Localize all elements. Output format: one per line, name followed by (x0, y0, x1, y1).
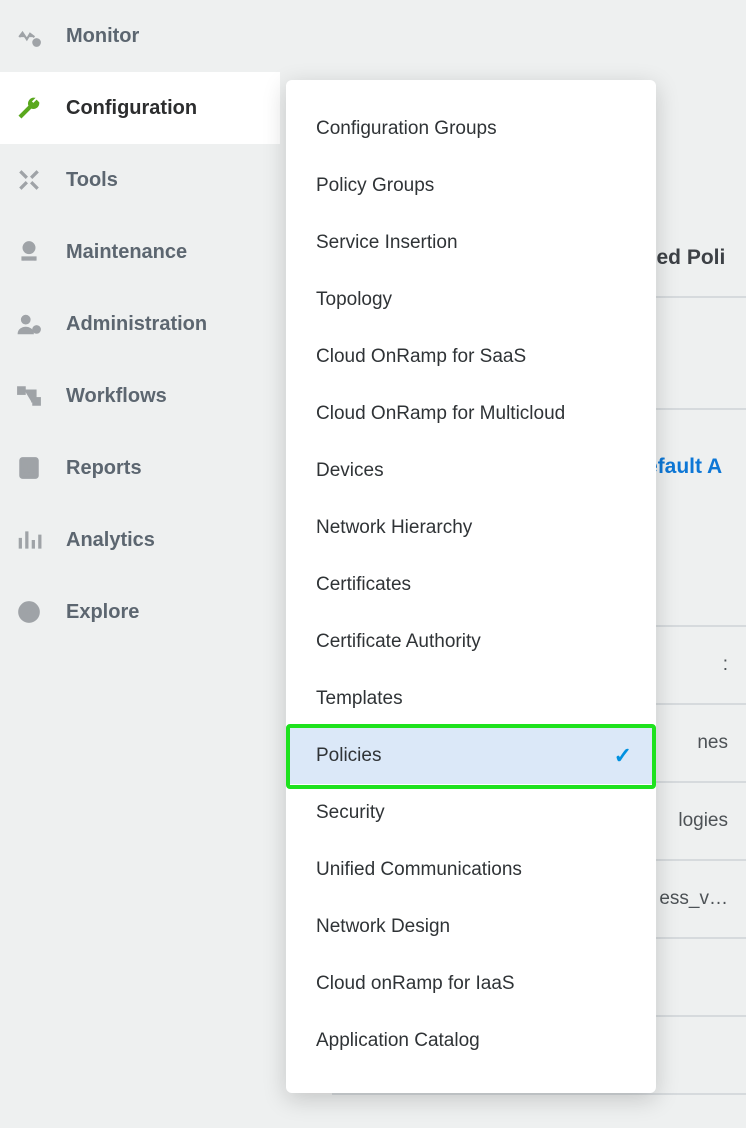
nav-label: Explore (66, 601, 139, 624)
submenu-policies[interactable]: Policies ✓ (286, 727, 656, 784)
submenu-network-design[interactable]: Network Design (286, 898, 656, 955)
nav-label: Tools (66, 169, 118, 192)
submenu-cloud-onramp-iaas[interactable]: Cloud onRamp for IaaS (286, 955, 656, 1012)
nav-label: Monitor (66, 25, 139, 48)
admin-icon (14, 309, 44, 339)
monitor-icon (14, 21, 44, 51)
submenu-label: Cloud OnRamp for Multicloud (316, 403, 565, 425)
page-heading-partial: zed Poli (646, 246, 725, 270)
submenu-cloud-onramp-saas[interactable]: Cloud OnRamp for SaaS (286, 328, 656, 385)
nav-label: Workflows (66, 385, 167, 408)
submenu-network-hierarchy[interactable]: Network Hierarchy (286, 499, 656, 556)
submenu-label: Application Catalog (316, 1030, 480, 1052)
submenu-label: Service Insertion (316, 232, 458, 254)
submenu-label: Topology (316, 289, 392, 311)
nav-label: Administration (66, 313, 207, 336)
nav-tools[interactable]: Tools (0, 144, 280, 216)
link-partial[interactable]: efault A (646, 455, 722, 479)
submenu-label: Certificate Authority (316, 631, 481, 653)
submenu-templates[interactable]: Templates (286, 670, 656, 727)
submenu-label: Policy Groups (316, 175, 434, 197)
check-icon: ✓ (614, 743, 632, 769)
submenu-topology[interactable]: Topology (286, 271, 656, 328)
submenu-security[interactable]: Security (286, 784, 656, 841)
submenu-label: Unified Communications (316, 859, 522, 881)
tools-icon (14, 165, 44, 195)
nav-reports[interactable]: Reports (0, 432, 280, 504)
submenu-label: Network Design (316, 916, 450, 938)
submenu-service-insertion[interactable]: Service Insertion (286, 214, 656, 271)
nav-configuration[interactable]: Configuration (0, 72, 280, 144)
cell-text: ess_v… (659, 888, 746, 910)
nav-explore[interactable]: Explore (0, 576, 280, 648)
submenu-certificate-authority[interactable]: Certificate Authority (286, 613, 656, 670)
nav-label: Reports (66, 457, 142, 480)
nav-maintenance[interactable]: Maintenance (0, 216, 280, 288)
nav-administration[interactable]: Administration (0, 288, 280, 360)
nav-monitor[interactable]: Monitor (0, 0, 280, 72)
submenu-label: Devices (316, 460, 384, 482)
reports-icon (14, 453, 44, 483)
nav-label: Maintenance (66, 241, 187, 264)
sidebar: Monitor Configuration Tools Maintenance … (0, 0, 280, 1128)
nav-workflows[interactable]: Workflows (0, 360, 280, 432)
submenu-label: Network Hierarchy (316, 517, 472, 539)
cell-text: logies (678, 810, 746, 832)
maintenance-icon (14, 237, 44, 267)
content-area: zed Poli efault A : nes logies ess_v… VI… (280, 0, 746, 1128)
submenu-devices[interactable]: Devices (286, 442, 656, 499)
nav-analytics[interactable]: Analytics (0, 504, 280, 576)
submenu-label: Certificates (316, 574, 411, 596)
nav-label: Analytics (66, 529, 155, 552)
cell-text: : (723, 654, 746, 676)
submenu-configuration-groups[interactable]: Configuration Groups (286, 100, 656, 157)
submenu-application-catalog[interactable]: Application Catalog (286, 1012, 656, 1069)
analytics-icon (14, 525, 44, 555)
submenu-label: Security (316, 802, 385, 824)
submenu-label: Templates (316, 688, 403, 710)
cell-text: nes (697, 732, 746, 754)
submenu-label: Policies (316, 745, 381, 767)
submenu-unified-communications[interactable]: Unified Communications (286, 841, 656, 898)
wrench-icon (14, 93, 44, 123)
configuration-submenu: Configuration Groups Policy Groups Servi… (286, 80, 656, 1093)
submenu-label: Configuration Groups (316, 118, 497, 140)
submenu-cloud-onramp-multicloud[interactable]: Cloud OnRamp for Multicloud (286, 385, 656, 442)
divider (650, 408, 746, 410)
submenu-label: Cloud onRamp for IaaS (316, 973, 515, 995)
submenu-policy-groups[interactable]: Policy Groups (286, 157, 656, 214)
submenu-certificates[interactable]: Certificates (286, 556, 656, 613)
workflows-icon (14, 381, 44, 411)
compass-icon (14, 597, 44, 627)
nav-label: Configuration (66, 97, 197, 120)
submenu-label: Cloud OnRamp for SaaS (316, 346, 526, 368)
